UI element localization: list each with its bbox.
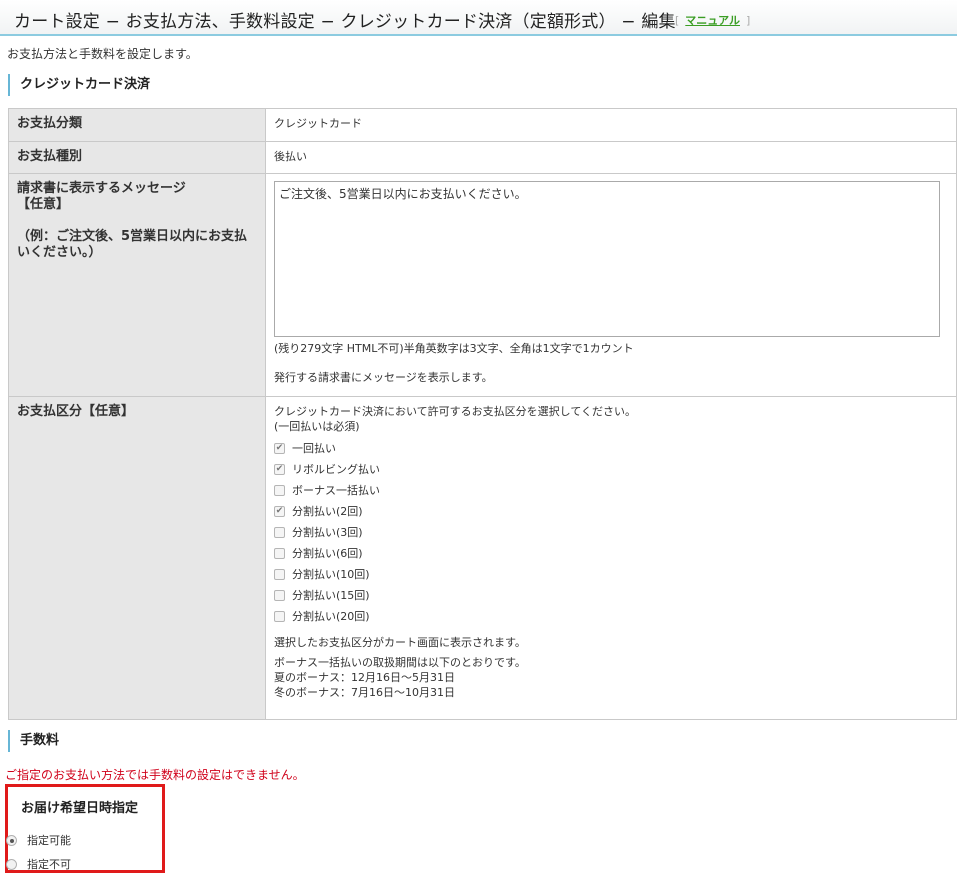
payment-division-option[interactable]: 分割払い(15回) <box>274 585 948 606</box>
payment-division-option[interactable]: 分割払い(3回) <box>274 522 948 543</box>
invoice-message-cell: ご注文後、5営業日以内にお支払いください。 (残り279文字 HTML不可)半角… <box>265 173 957 397</box>
manual-link-wrap: [マニュアル] <box>675 14 751 27</box>
checkbox-checked-icon[interactable]: ✔ <box>274 506 285 517</box>
payment-category-label: お支払分類 <box>8 108 266 142</box>
fee-error-message: ご指定のお支払い方法では手数料の設定はできません。 <box>5 768 305 782</box>
page-header: カート設定 − お支払方法、手数料設定 − クレジットカード決済（定額形式） −… <box>0 0 957 36</box>
payment-division-option-label: 一回払い <box>292 442 336 455</box>
payment-division-option[interactable]: ボーナス一括払い <box>274 480 948 501</box>
payment-division-cell: クレジットカード決済において許可するお支払区分を選択してください。 (一回払いは… <box>265 396 957 720</box>
intro-text: お支払方法と手数料を設定します。 <box>7 47 198 61</box>
payment-division-option[interactable]: 分割払い(20回) <box>274 606 948 627</box>
payment-type-label: お支払種別 <box>8 141 266 174</box>
checkbox-icon[interactable] <box>274 611 285 622</box>
checkbox-icon[interactable] <box>274 527 285 538</box>
payment-division-option-label: 分割払い(20回) <box>292 610 370 623</box>
page-title: カート設定 − お支払方法、手数料設定 − クレジットカード決済（定額形式） −… <box>14 12 676 32</box>
checkbox-icon[interactable] <box>274 485 285 496</box>
manual-link[interactable]: マニュアル <box>685 14 740 27</box>
payment-division-option-label: ボーナス一括払い <box>292 484 380 497</box>
payment-type-value: 後払い <box>265 141 957 174</box>
payment-division-list: ✔ 一回払い ✔ リボルビング払い ボーナス一括払い ✔ 分割払い(2回) 分割払い(3回) 分… <box>274 438 948 627</box>
invoice-message-label: 請求書に表示するメッセージ 【任意】 （例：ご注文後、5営業日以内にお支払いくだ… <box>8 173 266 397</box>
payment-division-option-label: 分割払い(2回) <box>292 505 363 518</box>
payment-division-option[interactable]: ✔ 一回払い <box>274 438 948 459</box>
invoice-message-note: 発行する請求書にメッセージを表示します。 <box>274 371 493 384</box>
delivery-option-unavailable[interactable]: 指定不可 <box>6 856 71 872</box>
delivery-option-label: 指定可能 <box>27 834 71 847</box>
payment-division-option-label: 分割払い(15回) <box>292 589 370 602</box>
payment-division-option-label: 分割払い(3回) <box>292 526 363 539</box>
payment-division-note: 選択したお支払区分がカート画面に表示されます。 <box>274 636 526 649</box>
table-row: お支払種別 後払い <box>8 141 957 174</box>
table-row: お支払区分【任意】 クレジットカード決済において許可するお支払区分を選択してくだ… <box>8 396 957 720</box>
invoice-message-hint: (残り279文字 HTML不可)半角英数字は3文字、全角は1文字で1カウント <box>274 342 634 355</box>
delivery-option-available[interactable]: 指定可能 <box>6 832 71 848</box>
checkbox-icon[interactable] <box>274 590 285 601</box>
payment-division-option-label: リボルビング払い <box>292 463 380 476</box>
radio-available-icon[interactable] <box>6 834 17 846</box>
section-title-fee: 手数料 <box>8 730 59 752</box>
payment-division-intro: クレジットカード決済において許可するお支払区分を選択してください。 (一回払いは… <box>274 405 637 433</box>
delivery-date-title: お届け希望日時指定 <box>21 801 139 816</box>
section-title-credit: クレジットカード決済 <box>8 74 150 96</box>
delivery-date-highlight: お届け希望日時指定 指定可能 指定不可 <box>5 784 165 873</box>
payment-division-label: お支払区分【任意】 <box>8 396 266 720</box>
payment-division-option[interactable]: 分割払い(6回) <box>274 543 948 564</box>
checkbox-icon[interactable] <box>274 548 285 559</box>
payment-division-option[interactable]: 分割払い(10回) <box>274 564 948 585</box>
payment-division-option[interactable]: ✔ 分割払い(2回) <box>274 501 948 522</box>
checkbox-checked-icon[interactable]: ✔ <box>274 443 285 454</box>
checkbox-icon[interactable] <box>274 569 285 580</box>
checkbox-checked-icon[interactable]: ✔ <box>274 464 285 475</box>
payment-category-value: クレジットカード <box>265 108 957 142</box>
invoice-message-textarea[interactable]: ご注文後、5営業日以内にお支払いください。 <box>274 181 940 337</box>
radio-unavailable-icon[interactable] <box>6 858 17 870</box>
delivery-option-label: 指定不可 <box>27 858 71 871</box>
table-row: 請求書に表示するメッセージ 【任意】 （例：ご注文後、5営業日以内にお支払いくだ… <box>8 173 957 397</box>
payment-division-option-label: 分割払い(10回) <box>292 568 370 581</box>
bonus-period-note: ボーナス一括払いの取扱期間は以下のとおりです。 夏のボーナス：12月16日～5月… <box>274 656 526 699</box>
payment-division-option[interactable]: ✔ リボルビング払い <box>274 459 948 480</box>
payment-settings-table: お支払分類 クレジットカード お支払種別 後払い 請求書に表示するメッセージ 【… <box>8 108 957 720</box>
table-row: お支払分類 クレジットカード <box>8 108 957 142</box>
payment-division-option-label: 分割払い(6回) <box>292 547 363 560</box>
